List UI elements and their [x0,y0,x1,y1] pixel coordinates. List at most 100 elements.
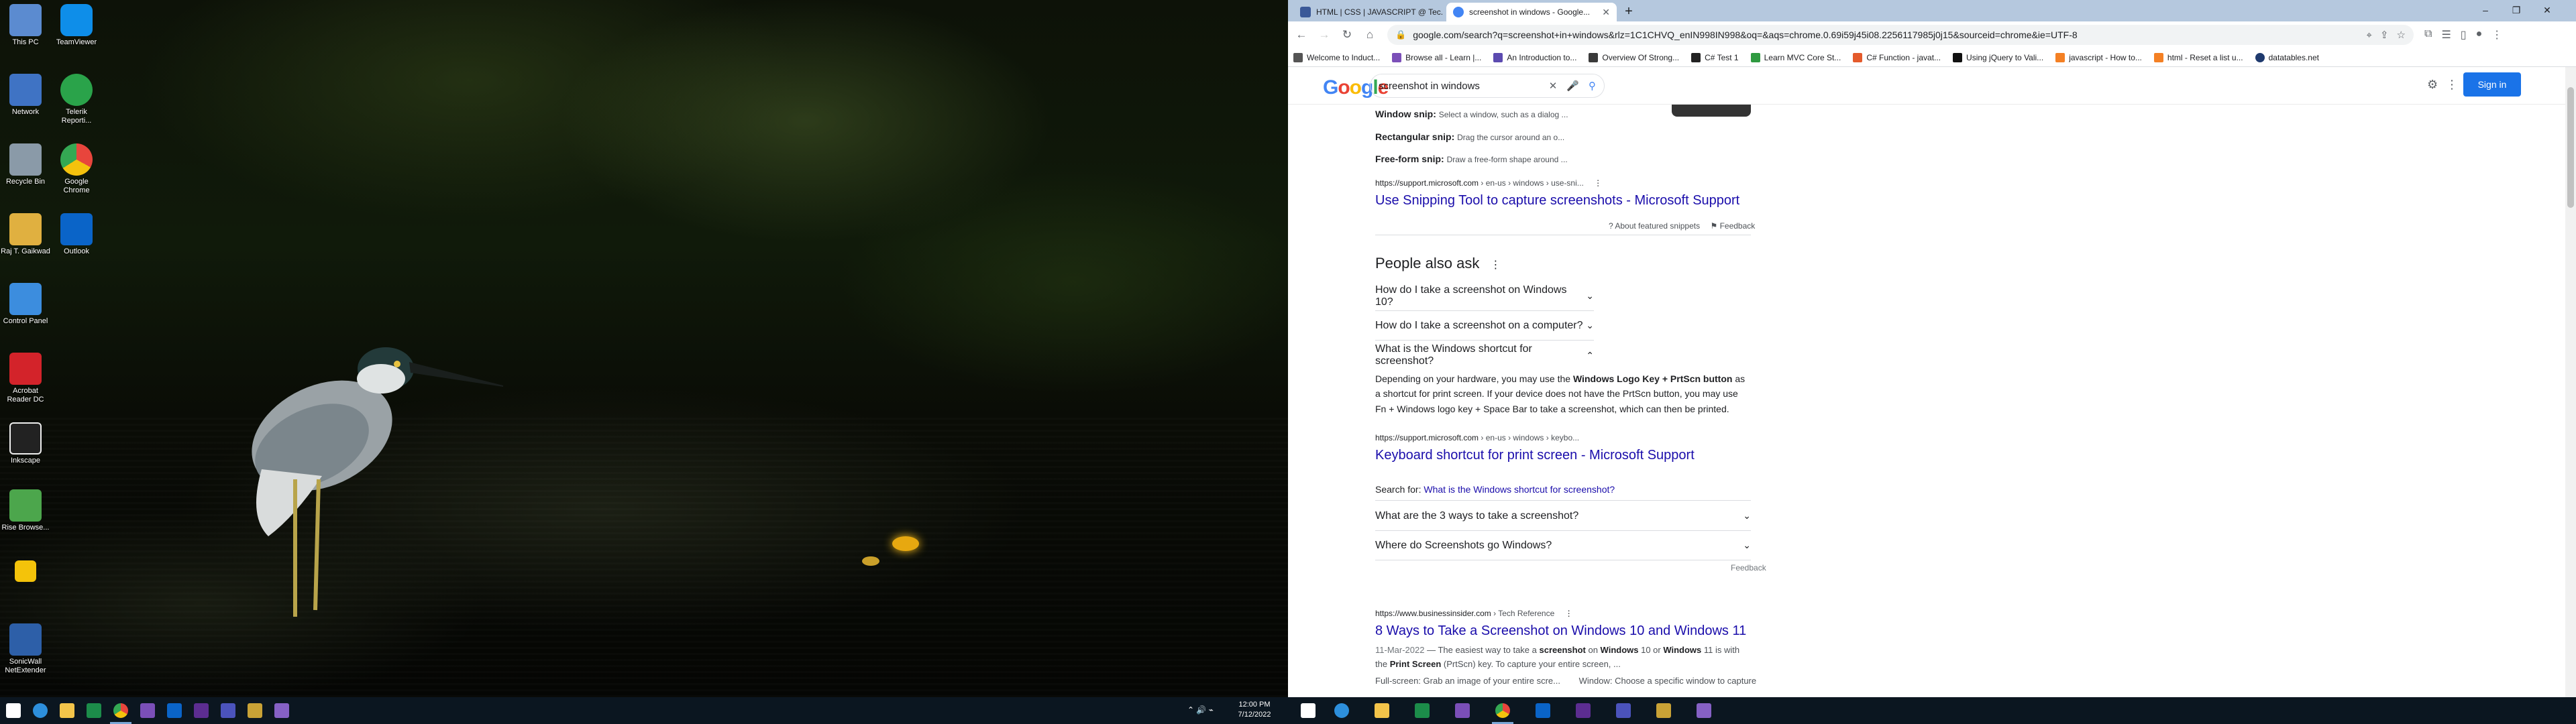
desktop-icon-netextender[interactable]: SonicWall NetExtender [0,623,51,674]
page-scrollbar[interactable] [2565,67,2576,697]
tab-html-css[interactable]: HTML | CSS | JAVASCRIPT @ Tec... ✕ [1293,3,1442,21]
taskbar-app[interactable] [1650,700,1677,721]
close-tab-icon[interactable]: ✕ [1602,7,1610,18]
search-icon[interactable]: ⚲ [1589,80,1596,92]
forward-button[interactable]: → [1315,25,1334,44]
sitelink[interactable]: Window: Choose a specific window to capt… [1579,676,1756,686]
address-bar[interactable]: 🔒 google.com/search?q=screenshot+in+wind… [1387,25,2414,45]
start-button[interactable] [0,700,27,721]
search-box[interactable]: screenshot in windows ✕ 🎤 ⚲ [1370,74,1605,98]
taskbar-app[interactable] [107,700,134,724]
new-tab-button[interactable]: + [1621,4,1637,20]
reload-button[interactable]: ↻ [1338,25,1356,44]
home-button[interactable]: ⌂ [1360,25,1379,44]
desktop-icon-inkscape[interactable]: Inkscape [0,422,51,465]
clock[interactable]: 12:00 PM 7/12/2022 [1228,700,1281,720]
paa-question[interactable]: How do I take a screenshot on Windows 10… [1375,282,1594,311]
bookmark-star-icon[interactable]: ☆ [2397,29,2406,41]
bookmark-item[interactable]: datatables.net [2255,52,2319,62]
bookmark-item[interactable]: An Introduction to... [1493,52,1576,62]
taskbar-app[interactable] [241,700,268,721]
desktop-icon-ajax[interactable]: Rise Browse... [0,489,51,532]
bookmark-item[interactable]: Welcome to Induct... [1293,52,1380,62]
desktop-icon-google-chrome[interactable]: Google Chrome [51,143,102,194]
more-options-icon[interactable]: ⋮ [1565,609,1573,618]
search-for-link[interactable]: What is the Windows shortcut for screens… [1424,484,1615,495]
paa-question[interactable]: Where do Screenshots go Windows? ⌄ [1375,531,1751,560]
taskbar-app[interactable] [215,700,241,721]
taskbar-app[interactable] [1449,700,1476,721]
paa-question[interactable]: How do I take a screenshot on a computer… [1375,311,1594,341]
clock-date: 7/12/2022 [1238,711,1271,719]
extensions-icon[interactable]: ⧉ [2424,28,2432,42]
taskbar-app[interactable] [1489,700,1516,724]
desktop-icon-this-pc[interactable]: This PC [0,4,51,47]
taskbar-app[interactable] [1328,700,1355,721]
start-button[interactable] [1295,700,1322,721]
taskbar-app[interactable] [80,700,107,721]
bookmark-favicon-icon [1691,52,1701,62]
taskbar-app[interactable] [1368,700,1395,721]
location-icon[interactable]: ⌖ [2367,29,2372,41]
answer-link[interactable]: Keyboard shortcut for print screen - Mic… [1375,448,1695,463]
voice-search-icon[interactable]: 🎤 [1566,80,1579,92]
bookmark-item[interactable]: Overview Of Strong... [1589,52,1679,62]
reading-list-icon[interactable]: ☰ [2441,28,2451,42]
taskbar-app[interactable] [1409,700,1436,721]
bookmark-item[interactable]: Browse all - Learn |... [1392,52,1481,62]
taskbar-app[interactable] [54,700,80,721]
desktop-icon-teamviewer[interactable]: TeamViewer [51,4,102,47]
file-explorer-icon [1375,703,1389,718]
sign-in-button[interactable]: Sign in [2463,72,2521,97]
taskbar-app[interactable] [268,700,295,721]
minimize-button[interactable]: – [2470,0,2501,20]
tab-google-search[interactable]: screenshot in windows - Google... ✕ [1446,3,1617,21]
search-input[interactable]: screenshot in windows [1379,80,1540,92]
taskbar-app[interactable] [134,700,161,721]
feedback-link[interactable]: Feedback [1731,563,1766,572]
more-options-icon[interactable]: ⋮ [1490,259,1501,271]
share-icon[interactable]: ⇪ [2380,29,2389,41]
result-link[interactable]: Use Snipping Tool to capture screenshots… [1375,193,1739,208]
desktop-icon-acrobat[interactable]: Acrobat Reader DC [0,353,51,404]
desktop-icon-network[interactable]: Network [0,74,51,117]
system-tray-icons[interactable]: ⌃ 🔊 ⌁ [1187,705,1214,715]
side-panel-icon[interactable]: ▯ [2461,28,2467,42]
desktop-icon-control-panel[interactable]: Control Panel [0,283,51,326]
back-button[interactable]: ← [1292,25,1311,44]
bookmark-item[interactable]: Learn MVC Core St... [1750,52,1841,62]
desktop-icon-telerik[interactable]: Telerik Reporti... [51,74,102,125]
restore-button[interactable]: ❐ [2501,0,2532,20]
bookmark-label: Using jQuery to Vali... [1966,52,2044,62]
about-featured-snippets[interactable]: ? About featured snippets ⚑ Feedback [1609,221,1755,231]
taskbar-app[interactable] [1610,700,1637,721]
desktop-icon-recycle-bin[interactable]: Recycle Bin [0,143,51,186]
close-window-button[interactable]: ✕ [2532,0,2563,20]
bookmark-item[interactable]: javascript - How to... [2055,52,2142,62]
settings-gear-icon[interactable]: ⚙ [2427,78,2438,92]
clear-search-icon[interactable]: ✕ [1549,80,1558,92]
bookmark-item[interactable]: C# Function - javat... [1853,52,1941,62]
taskbar-app[interactable] [1690,700,1717,721]
taskbar-app[interactable] [1529,700,1556,721]
bookmark-item[interactable]: html - Reset a list u... [2153,52,2243,62]
taskbar-app[interactable] [161,700,188,721]
taskbar-app[interactable] [1570,700,1597,721]
desktop-icon-app[interactable] [0,560,51,584]
bookmark-item[interactable]: C# Test 1 [1691,52,1739,62]
profile-avatar-icon[interactable]: ● [2476,28,2483,42]
result-link[interactable]: 8 Ways to Take a Screenshot on Windows 1… [1375,623,1746,639]
scrollbar-thumb[interactable] [2567,87,2574,208]
desktop-icon-user-folder[interactable]: Raj T. Gaikwad [0,213,51,256]
answer-cite: https://support.microsoft.com › en-us › … [1375,433,1580,442]
sitelink[interactable]: Full-screen: Grab an image of your entir… [1375,676,1560,686]
menu-icon[interactable]: ⋮ [2491,28,2502,42]
bookmark-item[interactable]: Using jQuery to Vali... [1953,52,2044,62]
more-options-icon[interactable]: ⋮ [1594,178,1602,188]
taskbar-app[interactable] [188,700,215,721]
paa-question-expanded[interactable]: What is the Windows shortcut for screens… [1375,341,1594,370]
taskbar-app[interactable] [27,700,54,721]
desktop-icon-outlook[interactable]: Outlook [51,213,102,256]
chevron-down-icon: ⌄ [1586,290,1594,301]
paa-question[interactable]: What are the 3 ways to take a screenshot… [1375,501,1751,531]
